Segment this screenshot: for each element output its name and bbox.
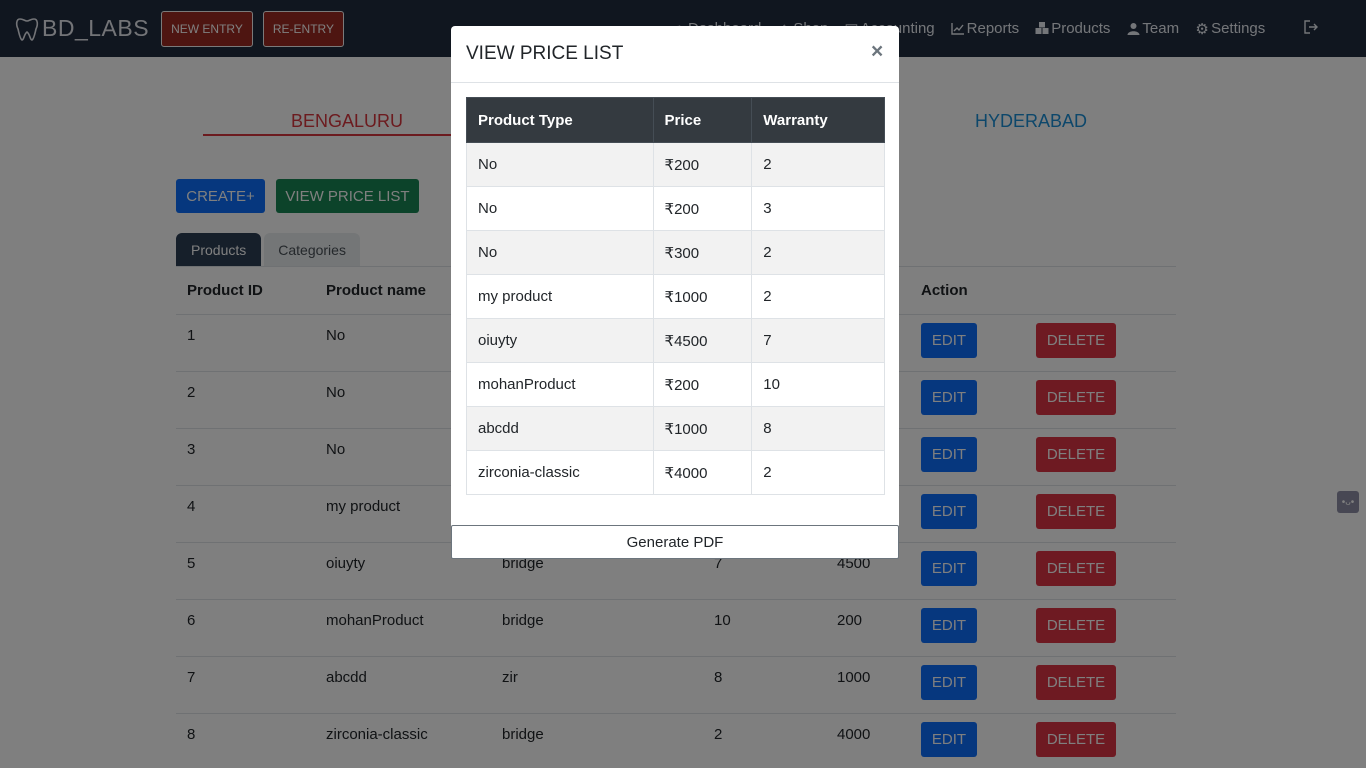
cell-warranty: 8 [751,406,885,451]
cell-price: ₹200 [652,186,753,231]
cell-product-type: my product [466,274,654,319]
price-list-table: Product Type Price Warranty No ₹200 2 No ₹20… [466,97,885,495]
cell-warranty: 7 [751,318,885,363]
close-icon[interactable]: × [871,40,883,64]
price-row: No ₹200 2 [466,142,885,187]
col-price: Price [652,97,753,143]
cell-warranty: 3 [751,186,885,231]
price-list-modal: VIEW PRICE LIST × Product Type Price War… [451,26,899,559]
cell-price: ₹1000 [652,274,753,319]
price-row: No ₹300 2 [466,230,885,275]
cell-product-type: abcdd [466,406,654,451]
price-row: mohanProduct ₹200 10 [466,362,885,407]
cell-price: ₹4500 [652,318,753,363]
col-warranty: Warranty [751,97,885,143]
cell-product-type: No [466,142,654,187]
cell-price: ₹300 [652,230,753,275]
cell-price: ₹200 [652,362,753,407]
cell-warranty: 2 [751,450,885,495]
cell-price: ₹200 [652,142,753,187]
price-row: zirconia-classic ₹4000 2 [466,450,885,495]
generate-pdf-button[interactable]: Generate PDF [451,525,899,559]
cell-warranty: 2 [751,274,885,319]
cell-warranty: 2 [751,230,885,275]
modal-header: VIEW PRICE LIST × [451,26,899,83]
col-product-type: Product Type [466,97,654,143]
cell-product-type: No [466,186,654,231]
price-row: abcdd ₹1000 8 [466,406,885,451]
modal-title: VIEW PRICE LIST [466,43,624,64]
cell-product-type: zirconia-classic [466,450,654,495]
cell-product-type: No [466,230,654,275]
cell-price: ₹1000 [652,406,753,451]
cell-warranty: 2 [751,142,885,187]
price-row: oiuyty ₹4500 7 [466,318,885,363]
cell-product-type: mohanProduct [466,362,654,407]
price-row: my product ₹1000 2 [466,274,885,319]
cell-price: ₹4000 [652,450,753,495]
price-row: No ₹200 3 [466,186,885,231]
cell-warranty: 10 [751,362,885,407]
price-header-row: Product Type Price Warranty [466,97,885,143]
cell-product-type: oiuyty [466,318,654,363]
